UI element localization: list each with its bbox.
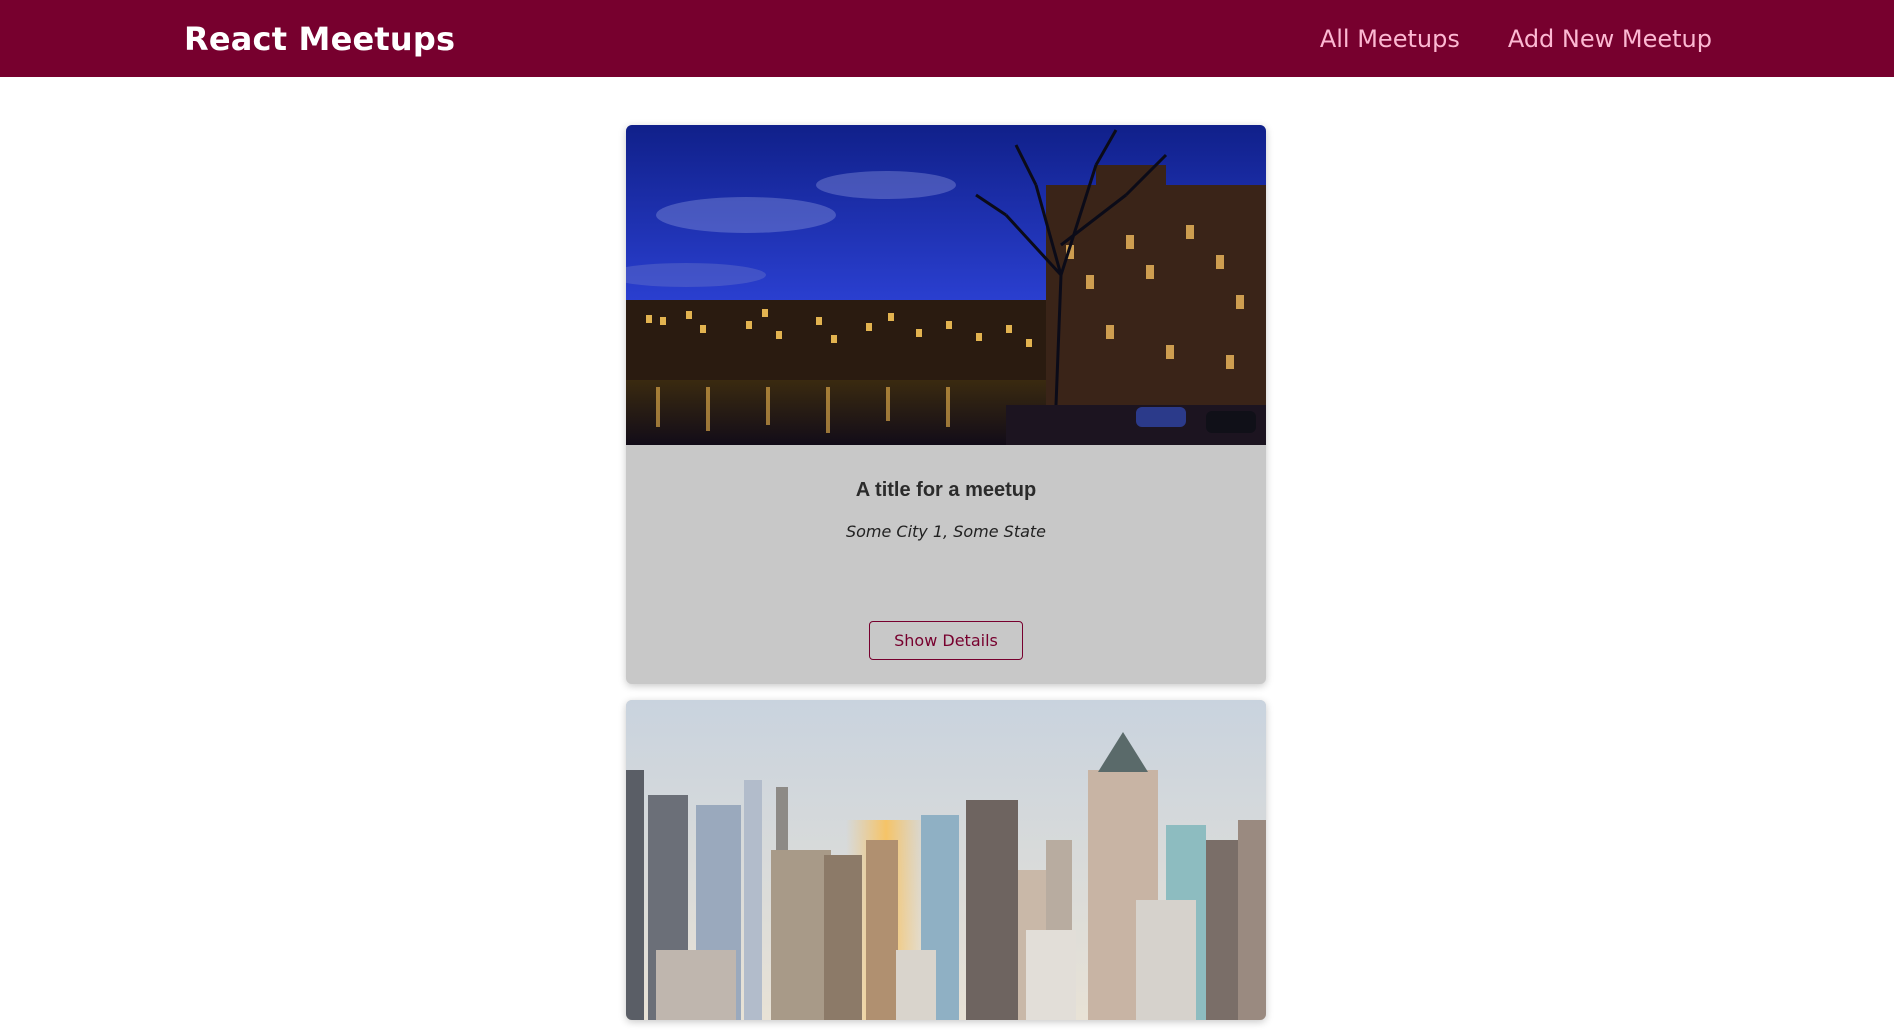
nav-link-add-new-meetup[interactable]: Add New Meetup <box>1508 25 1712 53</box>
nav-link-all-meetups[interactable]: All Meetups <box>1320 25 1460 53</box>
main-nav: All Meetups Add New Meetup <box>1320 25 1712 53</box>
meetup-image <box>626 700 1266 1020</box>
meetup-card: A title for a meetup Some City 1, Some S… <box>626 125 1266 684</box>
meetup-image <box>626 125 1266 445</box>
main-header: React Meetups All Meetups Add New Meetup <box>0 0 1894 77</box>
meetup-list: A title for a meetup Some City 1, Some S… <box>626 125 1266 1036</box>
meetup-content: A title for a meetup Some City 1, Some S… <box>626 445 1266 684</box>
meetup-title: A title for a meetup <box>855 479 1037 501</box>
meetup-card <box>626 700 1266 1020</box>
app-logo[interactable]: React Meetups <box>184 20 455 58</box>
meetup-address: Some City 1, Some State <box>845 522 1047 541</box>
show-details-button[interactable]: Show Details <box>869 621 1023 660</box>
